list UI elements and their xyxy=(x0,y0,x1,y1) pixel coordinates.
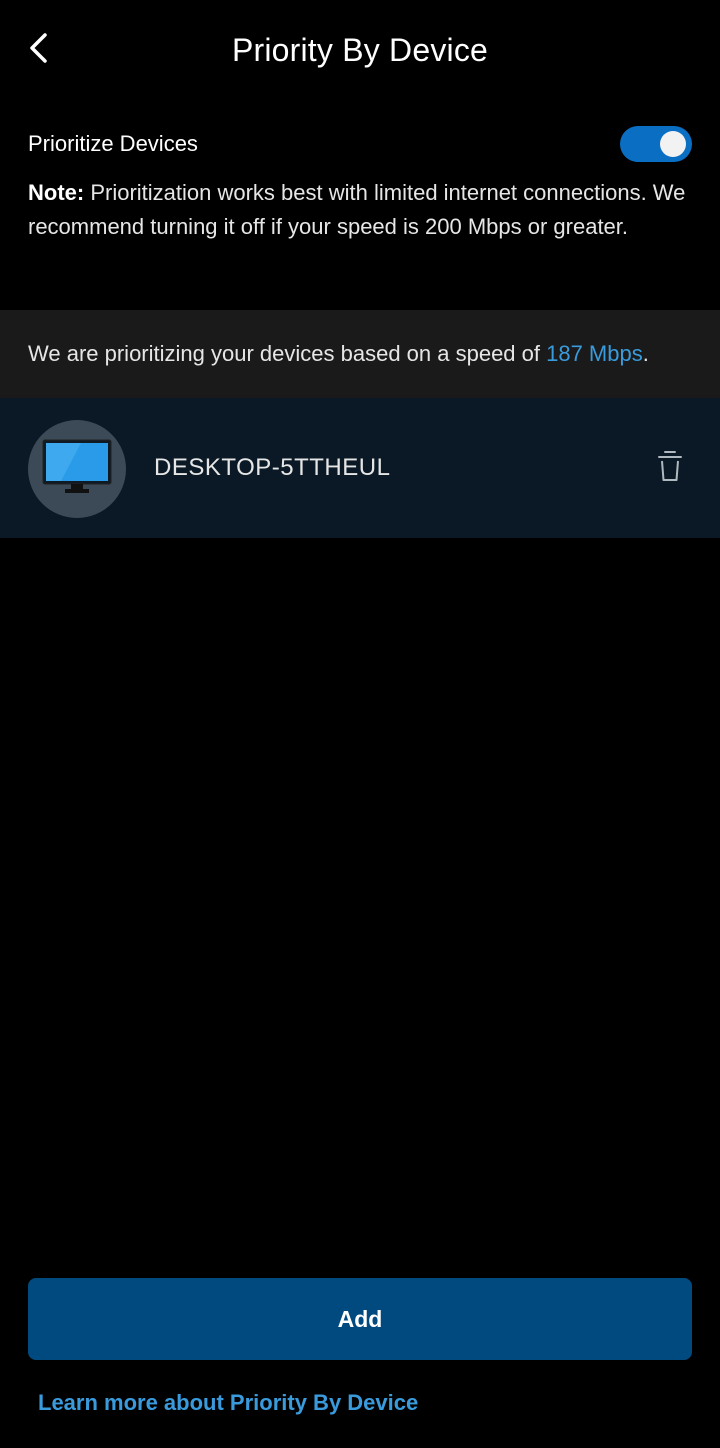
speed-link[interactable]: 187 Mbps xyxy=(546,341,643,366)
monitor-icon xyxy=(41,438,113,501)
speed-banner: We are prioritizing your devices based o… xyxy=(0,310,720,398)
speed-banner-suffix: . xyxy=(642,341,649,366)
note-prefix: Note: xyxy=(28,180,85,205)
speed-banner-text: We are prioritizing your devices based o… xyxy=(28,341,547,366)
add-button[interactable]: Add xyxy=(28,1278,692,1360)
prioritize-devices-label: Prioritize Devices xyxy=(28,131,198,156)
page-title: Priority By Device xyxy=(231,32,489,68)
note-text: Note: Prioritization works best with lim… xyxy=(28,176,686,244)
header: Priority By Device xyxy=(0,0,720,104)
device-list-item[interactable]: DESKTOP-5TTHEUL xyxy=(0,398,720,538)
device-name: DESKTOP-5TTHEUL xyxy=(154,454,391,481)
note-body: Prioritization works best with limited i… xyxy=(28,180,686,239)
prioritize-devices-toggle[interactable] xyxy=(620,126,692,162)
priority-by-device-screen: Priority By Device Prioritize Devices No… xyxy=(0,0,720,1448)
toggle-knob xyxy=(660,131,686,157)
prioritize-devices-row: Prioritize Devices xyxy=(28,120,692,168)
learn-more-link[interactable]: Learn more about Priority By Device xyxy=(38,1390,418,1416)
delete-device-button[interactable] xyxy=(654,450,686,486)
device-avatar xyxy=(28,420,126,518)
trash-icon xyxy=(657,450,683,487)
